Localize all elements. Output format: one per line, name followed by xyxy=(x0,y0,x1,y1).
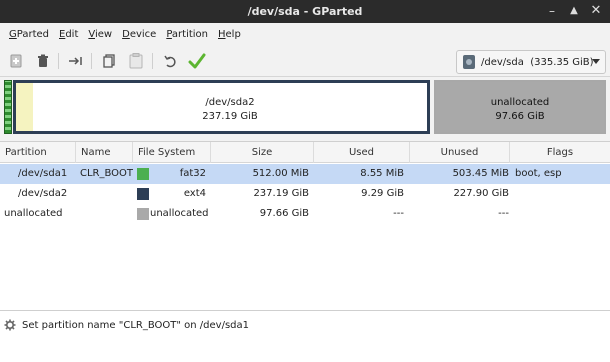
segment-label: /dev/sda2 237.19 GiB xyxy=(33,96,427,124)
device-selector[interactable]: /dev/sda (335.35 GiB) xyxy=(456,50,606,74)
apply-icon xyxy=(188,53,206,69)
toolbar-separator xyxy=(91,53,92,69)
minimize-icon[interactable]: – xyxy=(545,4,559,18)
pending-operation-item[interactable]: Set partition name "CLR_BOOT" on /dev/sd… xyxy=(4,319,249,331)
apply-button[interactable] xyxy=(187,51,207,71)
cell-filesystem: ext4 xyxy=(183,188,206,199)
menu-label: dit xyxy=(65,28,79,40)
copy-icon xyxy=(103,54,115,68)
segment-name: /dev/sda2 xyxy=(205,97,255,108)
new-partition-icon xyxy=(10,54,22,68)
menu-help[interactable]: Help xyxy=(213,29,246,40)
cell-partition: unallocated xyxy=(4,208,63,219)
menu-view[interactable]: View xyxy=(83,29,117,40)
toolbar-separator xyxy=(152,53,153,69)
filesystem-color-swatch xyxy=(137,168,149,180)
pending-operations-panel: Set partition name "CLR_BOOT" on /dev/sd… xyxy=(0,310,610,362)
delete-button[interactable] xyxy=(33,51,53,71)
menu-bar: GParted Edit View Device Partition Help xyxy=(0,23,610,45)
cell-unused: 503.45 MiB xyxy=(452,168,509,179)
cell-partition: /dev/sda1 xyxy=(18,168,68,179)
menu-gparted[interactable]: GParted xyxy=(4,29,54,40)
cell-used: 8.55 MiB xyxy=(360,168,404,179)
column-header-partition[interactable]: Partition xyxy=(0,142,76,163)
maximize-icon[interactable]: ▲ xyxy=(567,4,581,18)
table-row[interactable]: /dev/sda1 CLR_BOOT fat32 512.00 MiB 8.55… xyxy=(0,164,610,184)
chevron-down-icon xyxy=(592,59,600,64)
new-partition-button[interactable] xyxy=(6,51,26,71)
paste-icon xyxy=(129,53,143,69)
segment-label: unallocated 97.66 GiB xyxy=(436,96,604,124)
filesystem-color-swatch xyxy=(137,188,149,200)
table-row[interactable]: /dev/sda2 ext4 237.19 GiB 9.29 GiB 227.9… xyxy=(0,184,610,204)
device-selector-label: /dev/sda (335.35 GiB) xyxy=(481,56,594,68)
menu-mnemonic: D xyxy=(122,28,130,40)
column-header-unused[interactable]: Unused xyxy=(410,142,510,163)
column-header-name[interactable]: Name xyxy=(76,142,133,163)
toolbar: /dev/sda (335.35 GiB) xyxy=(0,45,610,77)
menu-label: artition xyxy=(171,28,208,40)
menu-mnemonic: G xyxy=(9,28,17,40)
segment-size: 237.19 GiB xyxy=(202,111,258,122)
cell-partition: /dev/sda2 xyxy=(18,188,68,199)
cell-filesystem: unallocated xyxy=(150,208,209,219)
disk-segment-sda1[interactable] xyxy=(4,80,12,134)
cell-used: 9.29 GiB xyxy=(361,188,404,199)
segment-name: unallocated xyxy=(490,97,550,108)
used-space-bar xyxy=(16,83,33,131)
menu-partition[interactable]: Partition xyxy=(161,29,213,40)
menu-label: iew xyxy=(95,28,113,40)
menu-device[interactable]: Device xyxy=(117,29,161,40)
table-row[interactable]: unallocated unallocated 97.66 GiB --- --… xyxy=(0,204,610,224)
cell-used: --- xyxy=(393,208,404,219)
pending-operation-text: Set partition name "CLR_BOOT" on /dev/sd… xyxy=(22,319,250,331)
disk-map: /dev/sda2 237.19 GiB unallocated 97.66 G… xyxy=(0,78,610,138)
menu-label: Parted xyxy=(16,28,49,40)
resize-move-button[interactable] xyxy=(66,51,86,71)
undo-icon xyxy=(164,55,176,68)
toolbar-separator xyxy=(58,53,59,69)
cell-size: 512.00 MiB xyxy=(252,168,309,179)
table-header: Partition Name File System Size Used Unu… xyxy=(0,142,610,163)
cell-flags: boot, esp xyxy=(515,168,562,179)
undo-button[interactable] xyxy=(160,51,180,71)
title-bar: /dev/sda - GParted – ▲ ✕ xyxy=(0,0,610,23)
cell-name: CLR_BOOT xyxy=(80,168,134,179)
copy-button[interactable] xyxy=(99,51,119,71)
resize-move-icon xyxy=(69,57,82,65)
disk-segment-sda2[interactable]: /dev/sda2 237.19 GiB xyxy=(13,80,430,134)
disk-segment-unallocated[interactable]: unallocated 97.66 GiB xyxy=(434,80,606,134)
cell-size: 237.19 GiB xyxy=(253,188,309,199)
menu-label: evice xyxy=(129,28,157,40)
delete-icon xyxy=(38,54,48,67)
column-header-used[interactable]: Used xyxy=(314,142,410,163)
menu-mnemonic: V xyxy=(88,28,95,40)
cell-filesystem: fat32 xyxy=(179,168,206,179)
cell-size: 97.66 GiB xyxy=(259,208,309,219)
gear-icon xyxy=(4,319,16,331)
filesystem-color-swatch xyxy=(137,208,149,220)
harddisk-icon xyxy=(463,55,475,69)
cell-unused: 227.90 GiB xyxy=(453,188,509,199)
menu-edit[interactable]: Edit xyxy=(54,29,83,40)
partition-table: Partition Name File System Size Used Unu… xyxy=(0,141,610,310)
menu-mnemonic: H xyxy=(218,28,226,40)
column-header-filesystem[interactable]: File System xyxy=(133,142,211,163)
column-header-size[interactable]: Size xyxy=(211,142,314,163)
paste-button[interactable] xyxy=(126,51,146,71)
cell-unused: --- xyxy=(498,208,509,219)
segment-size: 97.66 GiB xyxy=(495,111,545,122)
column-header-flags[interactable]: Flags xyxy=(510,142,610,163)
window-title: /dev/sda - GParted xyxy=(247,5,363,18)
menu-label: elp xyxy=(225,28,241,40)
close-icon[interactable]: ✕ xyxy=(589,4,603,18)
